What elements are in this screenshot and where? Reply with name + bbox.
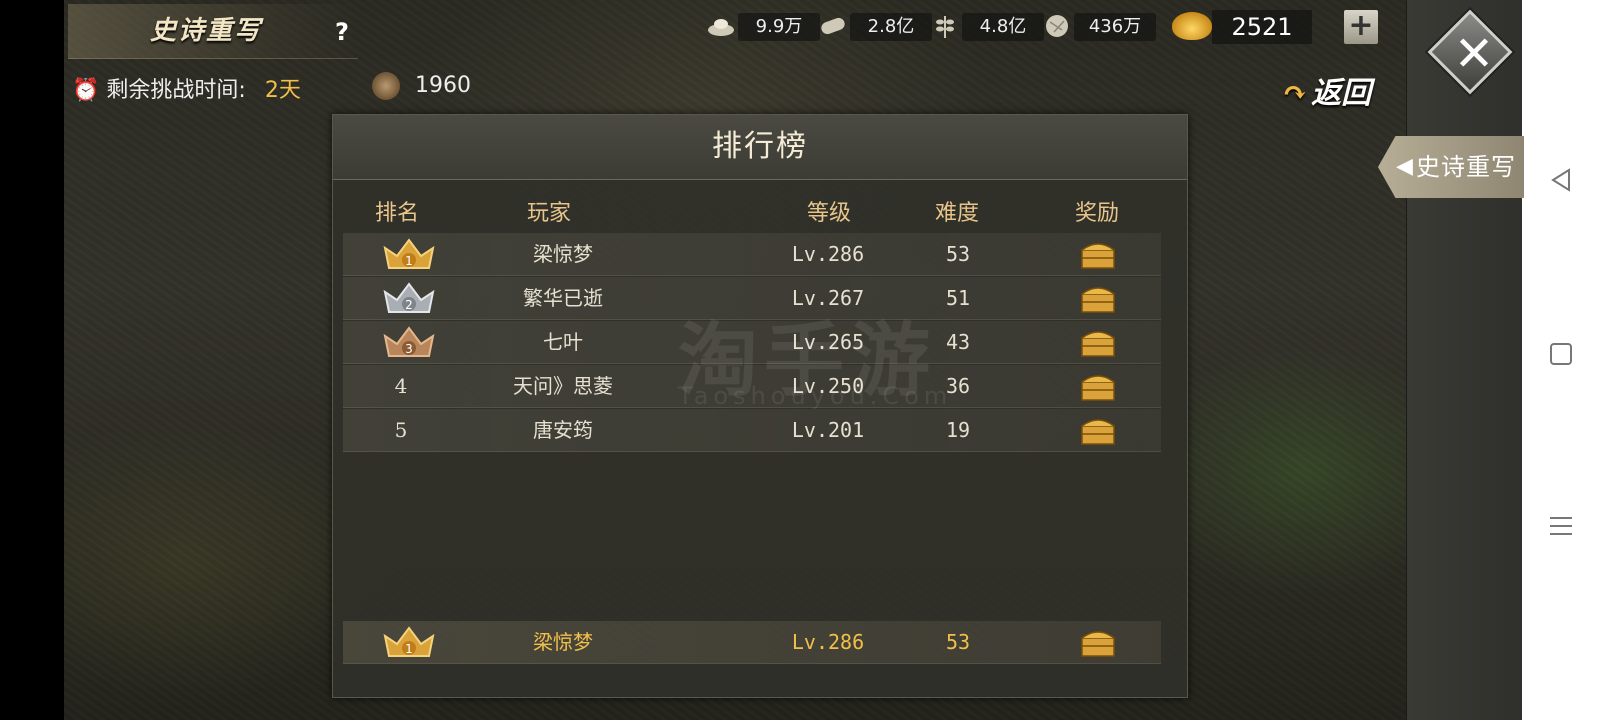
side-tab-label: 史诗重写 bbox=[1416, 153, 1516, 181]
col-difficulty: 难度 bbox=[935, 201, 980, 226]
help-icon[interactable]: ? bbox=[335, 18, 349, 46]
player-level: Lv.286 bbox=[791, 242, 865, 266]
resource-value: 4.8亿 bbox=[962, 13, 1044, 41]
watermark-url: Taoshouyou.Com bbox=[678, 382, 953, 410]
leaderboard-title: 排行榜 bbox=[333, 115, 1187, 180]
silver-crown-icon: 2 bbox=[383, 282, 435, 313]
crown-rank-number: 2 bbox=[405, 298, 413, 312]
stone-icon bbox=[1046, 15, 1068, 37]
player-level: Lv.286 bbox=[791, 630, 865, 654]
nav-menu-icon[interactable] bbox=[1547, 512, 1575, 540]
treasure-chest-icon[interactable] bbox=[1079, 370, 1117, 402]
nav-back-icon[interactable] bbox=[1547, 166, 1575, 194]
alarm-clock-icon: ⏰ bbox=[72, 78, 100, 103]
crown-rank-number: 3 bbox=[405, 342, 413, 356]
treasure-chest-icon[interactable] bbox=[1079, 414, 1117, 446]
resource-value: 436万 bbox=[1074, 13, 1156, 41]
medal-count: 1960 bbox=[372, 72, 471, 100]
timer-label: 剩余挑战时间: bbox=[106, 78, 246, 103]
player-name: 唐安筠 bbox=[533, 418, 593, 442]
page-title: 史诗重写 bbox=[150, 16, 263, 46]
gold-value: 2521 bbox=[1212, 10, 1312, 44]
side-tab-epic[interactable]: ◀ 史诗重写 bbox=[1378, 136, 1524, 198]
chevron-left-icon: ◀ bbox=[1396, 154, 1413, 179]
player-name: 梁惊梦 bbox=[533, 630, 593, 654]
medal-coin-icon bbox=[372, 72, 400, 100]
silver-ingot-icon bbox=[708, 19, 734, 36]
col-rank: 排名 bbox=[375, 201, 420, 226]
right-sidebar bbox=[1406, 0, 1523, 720]
treasure-chest-icon[interactable] bbox=[1079, 626, 1117, 658]
col-reward: 奖励 bbox=[1075, 201, 1120, 226]
table-row: 5 唐安筠 Lv.201 19 bbox=[343, 409, 1161, 452]
player-difficulty: 53 bbox=[945, 630, 971, 654]
medal-value: 1960 bbox=[415, 73, 471, 98]
resource-value: 9.9万 bbox=[738, 13, 820, 41]
timer-value: 2天 bbox=[264, 78, 301, 103]
table-row: 1 梁惊梦 Lv.286 53 bbox=[343, 233, 1161, 276]
gold-crown-icon: 1 bbox=[383, 626, 435, 657]
crown-rank-number: 1 bbox=[405, 254, 413, 268]
player-level: Lv.201 bbox=[791, 418, 865, 442]
treasure-chest-icon[interactable] bbox=[1079, 326, 1117, 358]
treasure-chest-icon[interactable] bbox=[1079, 238, 1117, 270]
col-player: 玩家 bbox=[527, 201, 572, 226]
player-name: 繁华已逝 bbox=[523, 286, 603, 310]
treasure-chest-icon[interactable] bbox=[1079, 282, 1117, 314]
back-arrow-icon: ↷ bbox=[1282, 76, 1308, 111]
player-name: 七叶 bbox=[543, 330, 583, 354]
player-difficulty: 53 bbox=[945, 242, 971, 266]
nav-home-icon[interactable] bbox=[1547, 340, 1575, 368]
rank-number: 4 bbox=[394, 374, 408, 398]
wood-log-icon bbox=[821, 17, 845, 35]
add-gold-button[interactable]: + bbox=[1344, 10, 1378, 44]
challenge-timer: ⏰ 剩余挑战时间: 2天 bbox=[72, 72, 301, 104]
player-name: 天问》思菱 bbox=[513, 374, 613, 398]
back-button[interactable]: ↷ 返回 bbox=[1282, 68, 1371, 112]
system-nav-bar bbox=[1522, 0, 1612, 720]
col-level: 等级 bbox=[807, 201, 852, 226]
resource-value: 2.8亿 bbox=[850, 13, 932, 41]
grain-icon bbox=[936, 16, 954, 38]
back-label: 返回 bbox=[1311, 76, 1372, 111]
player-name: 梁惊梦 bbox=[533, 242, 593, 266]
gold-crown-icon: 1 bbox=[383, 238, 435, 269]
close-icon[interactable]: ✕ bbox=[1446, 26, 1502, 82]
rank-number: 5 bbox=[394, 418, 408, 442]
player-difficulty: 19 bbox=[945, 418, 971, 442]
crown-rank-number: 1 bbox=[405, 642, 413, 656]
my-rank-row: 1 梁惊梦 Lv.286 53 bbox=[343, 621, 1161, 664]
gold-ingot-icon bbox=[1172, 12, 1212, 40]
bronze-crown-icon: 3 bbox=[383, 326, 435, 357]
